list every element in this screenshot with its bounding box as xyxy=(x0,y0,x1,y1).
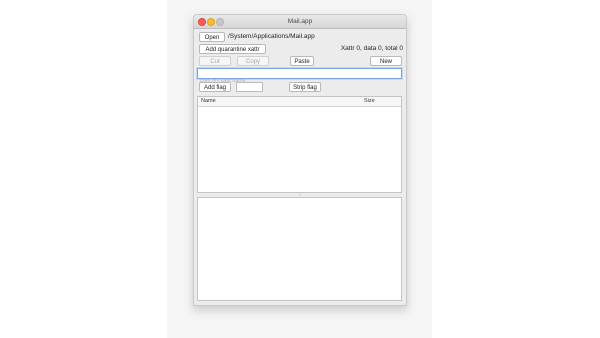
column-header-size[interactable]: Size xyxy=(364,98,375,104)
xattr-name-field[interactable] xyxy=(197,68,402,86)
app-window: Mail.app Open /System/Applications/Mail.… xyxy=(193,14,407,306)
open-button[interactable]: Open xyxy=(199,32,225,42)
flag-field[interactable] xyxy=(236,82,263,99)
column-header-name[interactable]: Name xyxy=(201,98,216,104)
cut-button[interactable]: Cut xyxy=(199,56,231,66)
xattr-value-view[interactable] xyxy=(197,197,402,301)
new-button[interactable]: New xyxy=(370,56,402,66)
xattr-list[interactable]: Name Size xyxy=(197,96,402,193)
xattr-info: Xattr 0, data 0, total 0 xyxy=(340,45,403,52)
add-quarantine-button[interactable]: Add quarantine xattr xyxy=(199,44,266,54)
title-bar: Mail.app xyxy=(194,15,406,29)
add-flag-button[interactable]: Add flag xyxy=(199,82,231,92)
file-path: /System/Applications/Mail.app xyxy=(228,33,315,40)
strip-flag-button[interactable]: Strip flag xyxy=(289,82,321,92)
list-header: Name Size xyxy=(198,97,401,107)
paste-button[interactable]: Paste xyxy=(290,56,314,66)
copy-button[interactable]: Copy xyxy=(237,56,269,66)
window-title: Mail.app xyxy=(287,18,313,25)
